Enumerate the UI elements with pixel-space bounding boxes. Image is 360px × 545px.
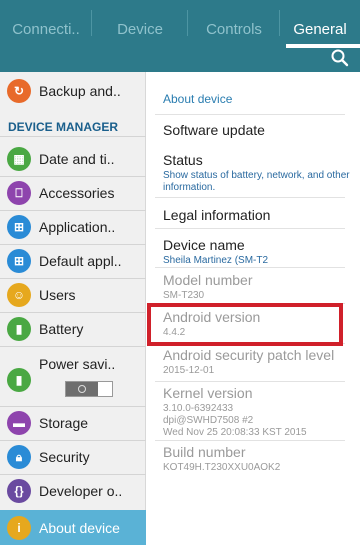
- item-title: Legal information: [163, 207, 271, 223]
- sidebar-item-security[interactable]: 🔒︎ Security: [0, 440, 146, 474]
- item-summary: dpi@SWHD7508 #2: [163, 415, 254, 426]
- tab-general[interactable]: General: [280, 0, 360, 48]
- sidebar-item-about-device[interactable]: i About device: [0, 510, 146, 545]
- item-summary: Show status of battery, network, and oth…: [163, 170, 350, 193]
- sidebar-item-storage[interactable]: ▬ Storage: [0, 406, 146, 440]
- sidebar-item-battery[interactable]: ▮ Battery: [0, 312, 146, 346]
- developer-icon: {}: [7, 479, 31, 503]
- model-number-item: Model number SM-T230: [163, 272, 353, 302]
- power-saving-icon: ▮: [7, 368, 31, 392]
- sidebar-item-label: Battery: [39, 321, 84, 337]
- page-title: About device: [163, 92, 233, 106]
- item-summary: Wed Nov 25 20:08:33 KST 2015: [163, 427, 307, 438]
- battery-icon: ▮: [7, 317, 31, 341]
- divider: [155, 228, 345, 229]
- calendar-icon: ▦: [7, 147, 31, 171]
- accessories-icon: ⎕: [7, 181, 31, 205]
- sidebar-item-label: Application..: [39, 219, 116, 235]
- item-summary: 2015-12-01: [163, 365, 215, 376]
- item-title: Model number: [163, 272, 253, 288]
- tab-label: Controls: [206, 21, 262, 38]
- sidebar-item-users[interactable]: ☺ Users: [0, 278, 146, 312]
- item-summary: 3.10.0-6392433: [163, 403, 234, 414]
- power-saving-toggle[interactable]: [65, 381, 113, 397]
- sidebar-item-default-apps[interactable]: ⊞ Default appl..: [0, 244, 146, 278]
- divider: [0, 136, 146, 137]
- backup-icon: ↻: [7, 79, 31, 103]
- sidebar-item-label: About device: [39, 519, 120, 536]
- legal-information-item[interactable]: Legal information: [163, 207, 353, 223]
- item-summary: KOT49H.T230XXU0AOK2: [163, 462, 281, 473]
- divider: [155, 197, 345, 198]
- device-name-item[interactable]: Device name Sheila Martinez (SM-T2: [163, 237, 353, 267]
- build-number-item: Build number KOT49H.T230XXU0AOK2: [163, 444, 353, 474]
- item-title: Build number: [163, 444, 246, 460]
- item-summary: Sheila Martinez (SM-T2: [163, 255, 269, 266]
- sidebar-item-label: Date and ti..: [39, 151, 115, 167]
- tab-device[interactable]: Device: [92, 0, 188, 48]
- tab-label: Device: [117, 21, 163, 38]
- security-patch-item: Android security patch level 2015-12-01: [163, 347, 353, 377]
- sidebar-item-date-time[interactable]: ▦ Date and ti..: [0, 142, 146, 176]
- software-update-item[interactable]: Software update: [163, 122, 353, 138]
- tab-connections[interactable]: Connecti..: [0, 0, 92, 48]
- item-title: Software update: [163, 122, 265, 138]
- storage-icon: ▬: [7, 411, 31, 435]
- sidebar-item-applications[interactable]: ⊞ Application..: [0, 210, 146, 244]
- sidebar-item-label: Power savi..: [39, 356, 116, 372]
- item-title: Android security patch level: [163, 347, 335, 363]
- sidebar-item-label: Storage: [39, 415, 89, 431]
- section-header: DEVICE MANAGER: [8, 120, 119, 134]
- tab-controls[interactable]: Controls: [188, 0, 280, 48]
- apps-icon: ⊞: [7, 215, 31, 239]
- sidebar-item-backup[interactable]: ↻ Backup and..: [0, 76, 146, 106]
- kernel-version-item: Kernel version 3.10.0-6392433 dpi@SWHD75…: [163, 385, 353, 439]
- info-icon: i: [7, 515, 31, 540]
- search-bar: [0, 48, 360, 72]
- sidebar-item-label: Users: [39, 287, 76, 303]
- search-icon[interactable]: [330, 48, 350, 68]
- item-title: Status: [163, 152, 203, 168]
- divider: [155, 267, 345, 268]
- sidebar-item-label: Default appl..: [39, 253, 122, 269]
- sidebar-item-developer[interactable]: {} Developer o..: [0, 474, 146, 508]
- sidebar-item-label: Accessories: [39, 185, 115, 201]
- item-title: Kernel version: [163, 385, 253, 401]
- tab-bar: Connecti.. Device Controls General: [0, 0, 360, 48]
- lock-icon: 🔒︎: [7, 445, 31, 469]
- tab-label: General: [293, 21, 347, 38]
- sidebar-item-label: Security: [39, 449, 90, 465]
- sidebar-item-label: Backup and..: [39, 83, 121, 99]
- divider: [155, 440, 345, 441]
- default-apps-icon: ⊞: [7, 249, 31, 273]
- toggle-knob: [66, 382, 98, 396]
- highlight-box: [147, 303, 343, 346]
- divider: [155, 114, 345, 115]
- status-item[interactable]: Status Show status of battery, network, …: [163, 152, 353, 194]
- item-summary: SM-T230: [163, 290, 205, 301]
- tab-label: Connecti..: [12, 21, 80, 38]
- sidebar-item-label: Developer o..: [39, 483, 123, 499]
- sidebar: ↻ Backup and.. DEVICE MANAGER ▦ Date and…: [0, 72, 146, 545]
- item-title: Device name: [163, 237, 245, 253]
- sidebar-item-accessories[interactable]: ⎕ Accessories: [0, 176, 146, 210]
- users-icon: ☺: [7, 283, 31, 307]
- divider: [155, 381, 345, 382]
